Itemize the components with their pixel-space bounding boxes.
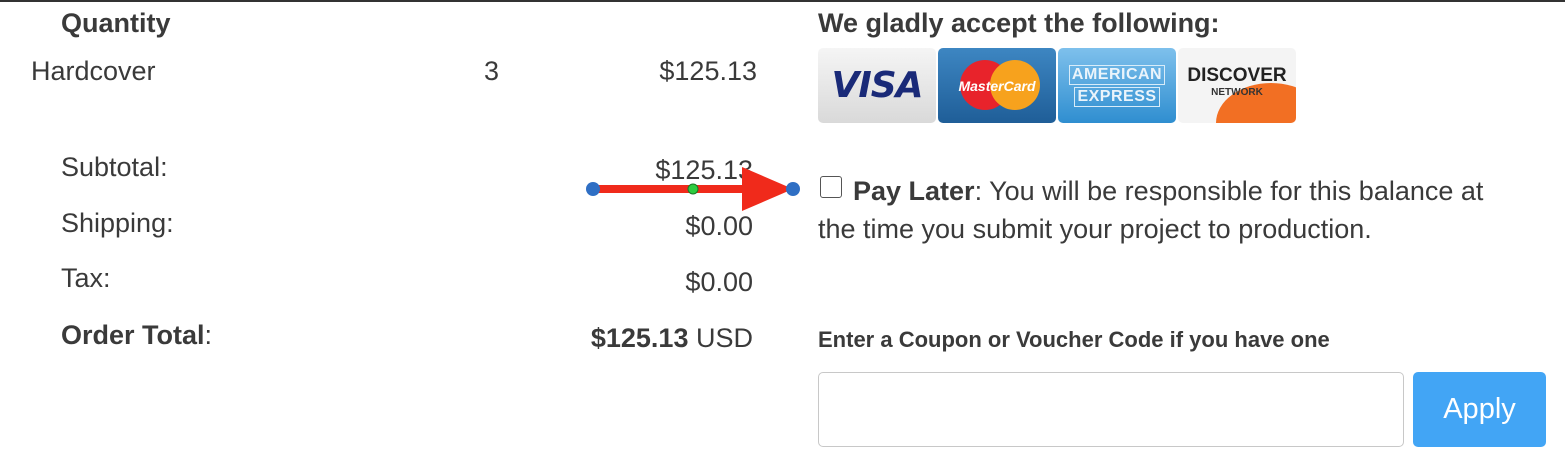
- amex-logo: AMERICAN EXPRESS: [1058, 48, 1176, 123]
- discover-logo: DISCOVER NETWORK: [1178, 48, 1296, 123]
- quantity-header: Quantity: [61, 8, 171, 38]
- tax-label: Tax:: [61, 263, 111, 293]
- item-name: Hardcover: [31, 56, 156, 86]
- amex-logo-line1: AMERICAN: [1068, 64, 1166, 85]
- accepted-cards-heading: We gladly accept the following:: [818, 8, 1220, 38]
- item-quantity: 3: [484, 56, 500, 86]
- item-price: $125.13: [659, 56, 757, 86]
- discover-logo-line2: NETWORK: [1211, 87, 1263, 98]
- subtotal-label: Subtotal:: [61, 152, 168, 182]
- visa-logo: VISA: [818, 48, 936, 123]
- order-total-value: $125.13 USD: [591, 323, 753, 354]
- amex-logo-line2: EXPRESS: [1074, 86, 1160, 107]
- mastercard-logo-text: MasterCard: [958, 77, 1036, 94]
- discover-logo-line1: DISCOVER: [1187, 65, 1287, 86]
- apply-coupon-button[interactable]: Apply: [1413, 372, 1546, 447]
- subtotal-value: $125.13: [655, 155, 753, 185]
- coupon-input[interactable]: [818, 372, 1404, 447]
- pay-later-label[interactable]: Pay Later: [853, 176, 975, 206]
- mastercard-logo: MasterCard: [938, 48, 1056, 123]
- accepted-cards: VISA MasterCard AMERICAN EXPRESS DISCOVE…: [818, 48, 1296, 123]
- arrow-start-handle[interactable]: [586, 182, 600, 196]
- order-total-label-colon: :: [204, 320, 213, 350]
- top-divider: [0, 0, 1565, 2]
- tax-value: $0.00: [685, 267, 753, 297]
- shipping-label: Shipping:: [61, 208, 174, 238]
- visa-logo-text: VISA: [831, 65, 923, 106]
- order-total-label: Order Total:: [61, 320, 212, 351]
- order-total-amount: $125.13: [590, 323, 689, 353]
- coupon-heading: Enter a Coupon or Voucher Code if you ha…: [818, 327, 1330, 352]
- pay-later-checkbox[interactable]: [820, 176, 842, 198]
- pay-later-text: Pay Later: You will be responsible for t…: [818, 172, 1508, 248]
- order-total-label-text: Order Total: [61, 320, 205, 350]
- order-total-currency: USD: [695, 323, 753, 353]
- checkout-page: Quantity Hardcover 3 $125.13 Subtotal: $…: [0, 0, 1565, 470]
- shipping-value: $0.00: [685, 211, 753, 241]
- arrow-end-handle[interactable]: [786, 182, 800, 196]
